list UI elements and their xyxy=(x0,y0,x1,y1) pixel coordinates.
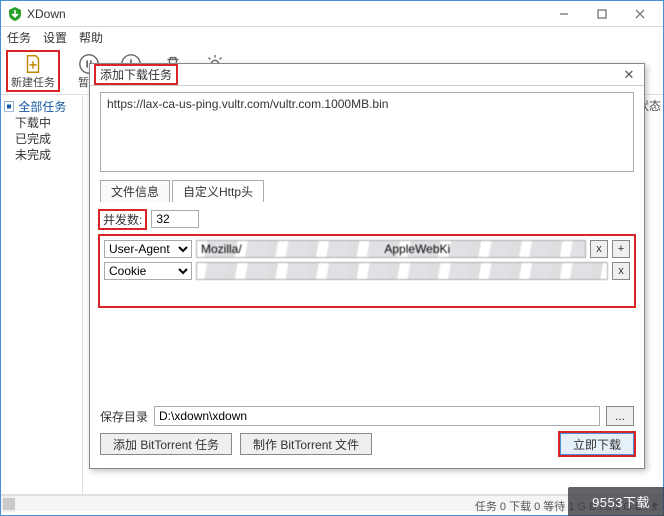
watermark: 9553下载 xyxy=(568,487,664,516)
remove-header-button-2[interactable]: x xyxy=(612,262,630,280)
task-tree[interactable]: ▣ 全部任务 下载中 已完成 未完成 xyxy=(1,95,83,494)
dialog-titlebar: 添加下载任务 ✕ xyxy=(90,64,644,86)
scroll-thumb[interactable] xyxy=(3,498,15,510)
new-task-label: 新建任务 xyxy=(11,76,55,90)
dialog-title: 添加下载任务 xyxy=(96,66,176,83)
tree-downloading[interactable]: 下载中 xyxy=(3,115,80,131)
menu-item-settings[interactable]: 设置 xyxy=(43,29,67,46)
header-value-input-1[interactable] xyxy=(196,240,586,258)
close-button[interactable] xyxy=(621,3,659,25)
make-bittorrent-button[interactable]: 制作 BitTorrent 文件 xyxy=(240,433,372,455)
thread-count-label: 并发数: xyxy=(100,211,145,228)
save-dir-input[interactable] xyxy=(154,406,600,426)
url-textarea[interactable]: https://lax-ca-us-ping.vultr.com/vultr.c… xyxy=(100,92,634,172)
dialog-close-button[interactable]: ✕ xyxy=(620,67,638,83)
tree-all[interactable]: ▣ 全部任务 xyxy=(3,99,80,115)
thread-count-input[interactable] xyxy=(151,210,199,228)
download-now-button[interactable]: 立即下载 xyxy=(560,433,634,455)
tab-custom-http[interactable]: 自定义Http头 xyxy=(172,180,264,202)
header-value-input-2[interactable] xyxy=(196,262,608,280)
tree-undone[interactable]: 未完成 xyxy=(3,147,80,163)
menubar: 任务 设置 帮助 xyxy=(1,27,663,47)
browse-button[interactable]: ... xyxy=(606,406,634,426)
add-task-dialog: 添加下载任务 ✕ https://lax-ca-us-ping.vultr.co… xyxy=(89,63,645,469)
header-key-select-1[interactable]: User-Agent xyxy=(104,240,192,258)
app-title: XDown xyxy=(27,7,545,21)
tabs: 文件信息 自定义Http头 xyxy=(100,180,634,202)
tree-done[interactable]: 已完成 xyxy=(3,131,80,147)
remove-header-button-1[interactable]: x xyxy=(590,240,608,258)
dialog-buttons: 添加 BitTorrent 任务 制作 BitTorrent 文件 立即下载 xyxy=(90,426,644,468)
titlebar: XDown xyxy=(1,1,663,27)
minimize-button[interactable] xyxy=(545,3,583,25)
tab-file-info[interactable]: 文件信息 xyxy=(100,180,170,202)
new-task-button[interactable]: 新建任务 xyxy=(7,51,59,91)
app-icon xyxy=(7,6,23,22)
menu-item-help[interactable]: 帮助 xyxy=(79,29,103,46)
http-headers-panel: User-Agent x + Cookie x xyxy=(100,236,634,306)
plus-file-icon xyxy=(21,52,45,76)
add-bittorrent-button[interactable]: 添加 BitTorrent 任务 xyxy=(100,433,232,455)
header-key-select-2[interactable]: Cookie xyxy=(104,262,192,280)
save-dir-label: 保存目录 xyxy=(100,408,148,425)
menu-item-tasks[interactable]: 任务 xyxy=(7,29,31,46)
add-header-button[interactable]: + xyxy=(612,240,630,258)
maximize-button[interactable] xyxy=(583,3,621,25)
